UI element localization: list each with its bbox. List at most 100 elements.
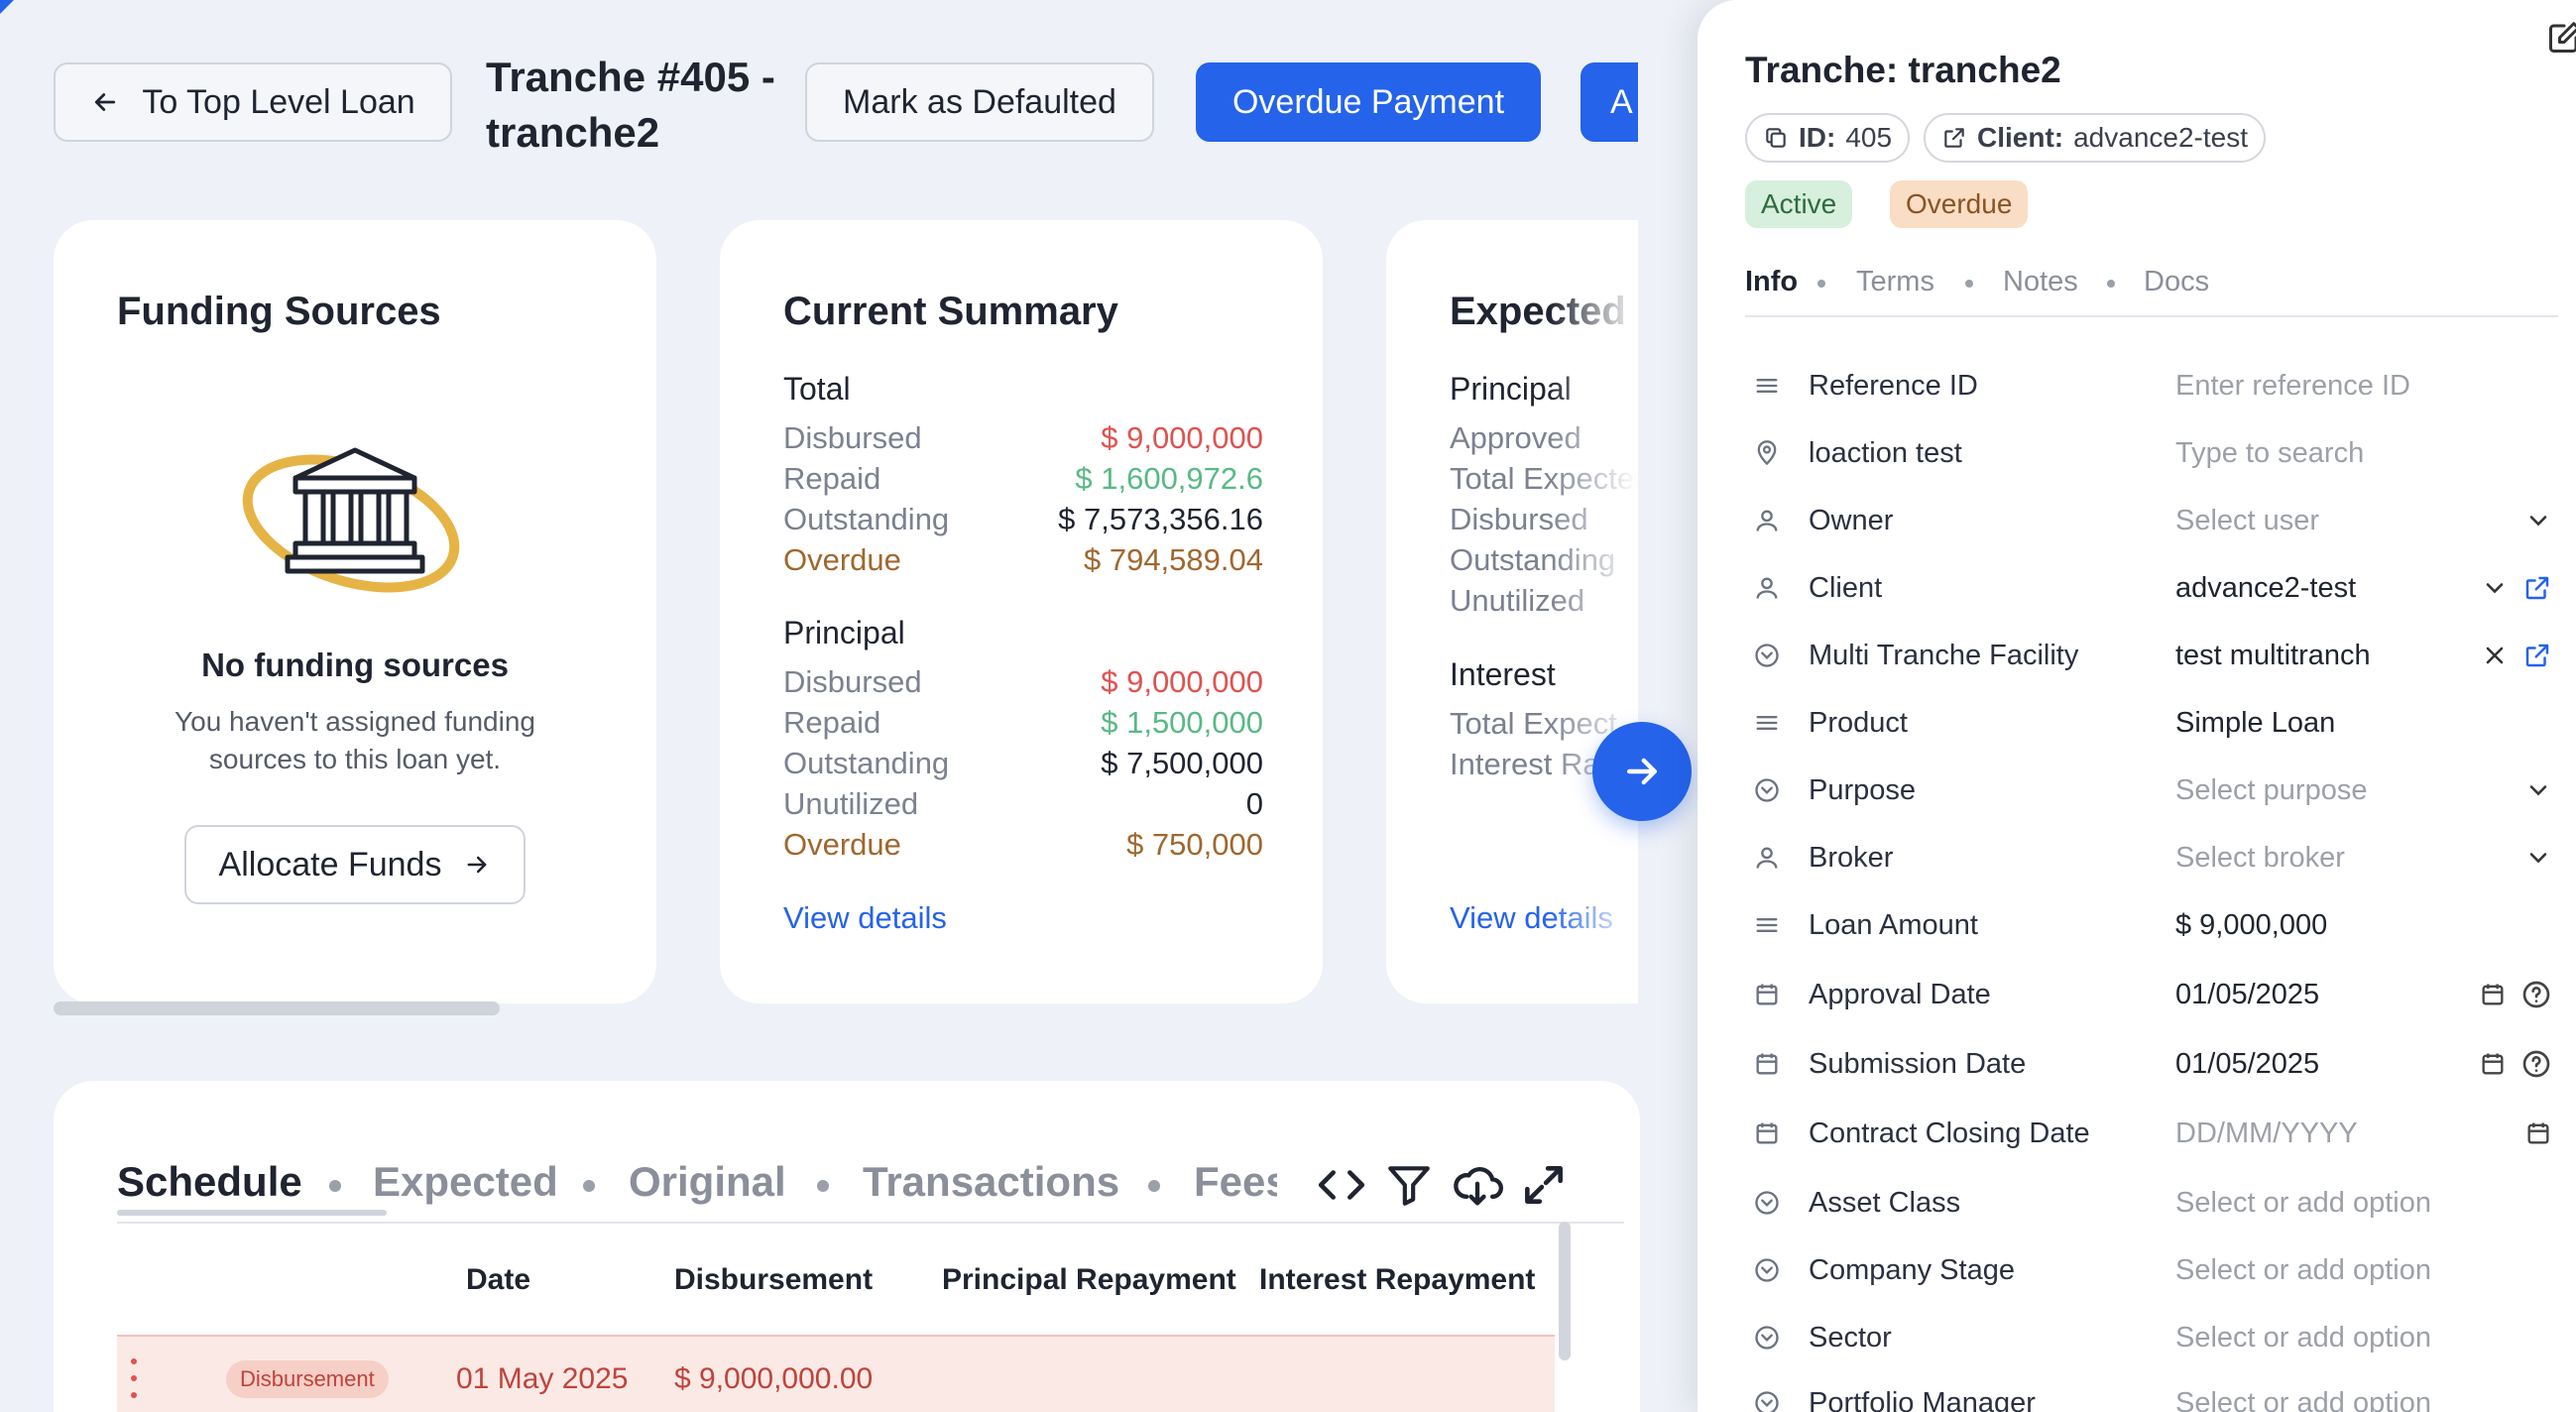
chevron-down-icon[interactable] (2524, 507, 2552, 534)
field-submission-date[interactable]: Submission Date 01/05/2025 (1749, 1039, 2552, 1089)
edit-note-icon[interactable] (2546, 20, 2576, 56)
field-client[interactable]: Client advance2-test (1749, 563, 2552, 613)
field-label: Reference ID (1809, 369, 1978, 402)
tab-separator (1817, 280, 1825, 288)
loan-amount-value: $ 9,000,000 (2175, 908, 2328, 941)
calendar-icon[interactable] (2524, 1119, 2552, 1147)
client-select[interactable]: advance2-test (2175, 572, 2481, 605)
page-title-line1: Tranche #405 - (486, 54, 775, 100)
mark-as-defaulted-button[interactable]: Mark as Defaulted (805, 62, 1154, 142)
location-search-input[interactable]: Type to search (2175, 437, 2552, 470)
copy-icon (1766, 128, 1786, 148)
field-owner[interactable]: Owner Select user (1749, 496, 2552, 545)
row-label: Disbursed (783, 664, 922, 699)
company-stage-select[interactable]: Select or add option (2175, 1254, 2552, 1287)
field-loan-amount[interactable]: Loan Amount $ 9,000,000 (1749, 900, 2552, 950)
tab-separator (329, 1180, 341, 1192)
scroll-cards-right-button[interactable] (1592, 722, 1692, 821)
chevron-down-icon[interactable] (2481, 574, 2509, 602)
field-multi-tranche-facility[interactable]: Multi Tranche Facility test multitranch (1749, 631, 2552, 680)
chevron-down-icon[interactable] (2524, 844, 2552, 872)
field-label: Company Stage (1809, 1253, 2015, 1286)
panel-tab-notes[interactable]: Notes (2003, 266, 2078, 298)
tab-fees[interactable]: Fees (1194, 1158, 1277, 1206)
expected-card: Expected Principal Approved Total Expect… (1386, 220, 1638, 1003)
row-value: $ 750,000 (1126, 827, 1263, 862)
field-asset-class[interactable]: Asset Class Select or add option (1749, 1178, 2552, 1228)
field-purpose[interactable]: Purpose Select purpose (1749, 765, 2552, 815)
field-approval-date[interactable]: Approval Date 01/05/2025 (1749, 970, 2552, 1019)
multi-tranche-select[interactable]: test multitranch (2175, 640, 2481, 672)
field-contract-closing-date[interactable]: Contract Closing Date DD/MM/YYYY (1749, 1109, 2552, 1158)
owner-select[interactable]: Select user (2175, 505, 2524, 537)
approval-date-input[interactable]: 01/05/2025 (2175, 979, 2479, 1011)
user-icon (1749, 840, 1785, 876)
submission-date-input[interactable]: 01/05/2025 (2175, 1048, 2479, 1081)
tab-expected[interactable]: Expected (373, 1158, 558, 1206)
overdue-payment-button[interactable]: Overdue Payment (1196, 62, 1541, 142)
purpose-select[interactable]: Select purpose (2175, 774, 2524, 807)
asset-class-select[interactable]: Select or add option (2175, 1187, 2552, 1220)
circle-chevron-icon (1749, 772, 1785, 808)
calendar-icon[interactable] (2479, 1050, 2507, 1078)
text-lines-icon (1749, 368, 1785, 404)
code-view-icon[interactable] (1317, 1160, 1366, 1210)
tab-schedule[interactable]: Schedule (117, 1158, 302, 1206)
contract-closing-date-input[interactable]: DD/MM/YYYY (2175, 1118, 2524, 1150)
external-link-icon[interactable] (2522, 573, 2552, 603)
field-label: Owner (1809, 504, 1894, 536)
cards-scrollbar-thumb[interactable] (54, 1001, 500, 1015)
row-date: 01 May 2025 (456, 1362, 629, 1395)
download-cloud-icon[interactable] (1452, 1160, 1503, 1212)
row-value: $ 7,500,000 (1101, 746, 1263, 780)
summary-view-details-link[interactable]: View details (783, 900, 947, 936)
help-icon[interactable] (2520, 1048, 2552, 1080)
row-menu-icon[interactable] (131, 1358, 141, 1398)
field-portfolio-manager[interactable]: Portfolio Manager Select or add option (1749, 1378, 2552, 1412)
field-broker[interactable]: Broker Select broker (1749, 833, 2552, 882)
tab-transactions[interactable]: Transactions (863, 1158, 1119, 1206)
close-icon[interactable] (2481, 642, 2509, 669)
calendar-icon[interactable] (2479, 981, 2507, 1008)
field-location-test[interactable]: loaction test Type to search (1749, 428, 2552, 478)
field-reference-id[interactable]: Reference ID Enter reference ID (1749, 361, 2552, 411)
field-sector[interactable]: Sector Select or add option (1749, 1313, 2552, 1362)
chevron-down-icon[interactable] (2524, 776, 2552, 804)
portfolio-manager-select[interactable]: Select or add option (2175, 1387, 2552, 1412)
no-funding-title: No funding sources (201, 647, 509, 683)
client-chip[interactable]: Client: advance2-test (1924, 113, 2266, 163)
field-company-stage[interactable]: Company Stage Select or add option (1749, 1245, 2552, 1295)
field-label: Broker (1809, 841, 1894, 874)
tab-separator (1148, 1180, 1160, 1192)
column-header-disbursement: Disbursement (674, 1263, 874, 1296)
mark-as-defaulted-label: Mark as Defaulted (843, 82, 1116, 121)
filter-icon[interactable] (1384, 1160, 1434, 1210)
page-title-line2: tranche2 (486, 109, 660, 156)
panel-tab-info[interactable]: Info (1745, 266, 1798, 298)
tab-original[interactable]: Original (629, 1158, 786, 1206)
back-to-top-level-loan-button[interactable]: To Top Level Loan (54, 62, 452, 142)
circle-chevron-icon (1749, 1385, 1785, 1412)
panel-tab-docs[interactable]: Docs (2144, 266, 2209, 298)
help-icon[interactable] (2520, 979, 2552, 1010)
expand-icon[interactable] (1519, 1160, 1569, 1210)
allocate-funds-button[interactable]: Allocate Funds (184, 825, 526, 904)
field-label: Asset Class (1809, 1186, 1961, 1219)
field-label: Product (1809, 706, 1908, 739)
truncated-action-button[interactable]: A (1581, 62, 1638, 142)
sector-select[interactable]: Select or add option (2175, 1322, 2552, 1354)
field-product[interactable]: Product Simple Loan (1749, 698, 2552, 748)
column-header-principal-repayment: Principal Repayment (942, 1263, 1236, 1296)
reference-id-input[interactable]: Enter reference ID (2175, 370, 2552, 403)
panel-tab-terms[interactable]: Terms (1856, 266, 1934, 298)
external-link-icon[interactable] (2522, 641, 2552, 670)
calendar-icon (1749, 1116, 1785, 1151)
id-chip[interactable]: ID: 405 (1745, 113, 1911, 163)
cards-scrollbar-track[interactable] (54, 1001, 1640, 1015)
no-funding-line1: You haven't assigned funding (175, 706, 535, 737)
no-funding-line2: sources to this loan yet. (208, 744, 502, 774)
broker-select[interactable]: Select broker (2175, 842, 2524, 875)
table-vertical-scrollbar[interactable] (1559, 1222, 1571, 1360)
table-row-disbursement[interactable]: Disbursement 01 May 2025 $ 9,000,000.00 (117, 1335, 1555, 1412)
circle-chevron-icon (1749, 1320, 1785, 1355)
